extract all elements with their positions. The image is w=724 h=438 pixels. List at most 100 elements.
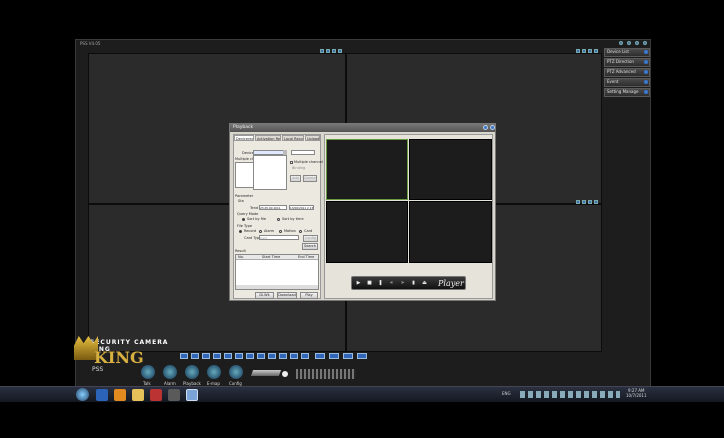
stop-icon[interactable]: ■ <box>366 280 373 287</box>
layout-button[interactable] <box>180 353 188 359</box>
card-type-field[interactable]: Card <box>259 235 299 240</box>
close-icon[interactable] <box>635 41 639 45</box>
download-button[interactable]: Download <box>277 292 297 299</box>
language-indicator[interactable]: ENG <box>502 391 511 396</box>
multiple-channel-checkbox[interactable] <box>290 161 293 164</box>
result-table[interactable]: No. Start Time End Time <box>235 254 319 290</box>
layout-button[interactable] <box>202 353 210 359</box>
tab-activation-record[interactable]: Activation Record <box>255 135 281 141</box>
sidebar-item-label: Device List <box>607 49 629 54</box>
playback-dialog: Playback Devicerecord Activation Record … <box>229 123 496 301</box>
layout-button[interactable] <box>290 353 298 359</box>
playback-window-3[interactable] <box>326 201 408 263</box>
file-type-label: Motion <box>284 229 296 233</box>
layout-button[interactable] <box>279 353 287 359</box>
close-icon[interactable] <box>490 125 495 130</box>
minimize-icon[interactable] <box>483 125 488 130</box>
pane-icon[interactable] <box>576 200 580 204</box>
maximize-icon[interactable] <box>627 41 631 45</box>
layout-button[interactable] <box>257 353 265 359</box>
device-dropdown-list[interactable] <box>253 155 287 190</box>
tab-local-record[interactable]: Local Record <box>282 135 304 141</box>
play-icon[interactable]: ▶ <box>355 280 362 287</box>
search-button[interactable]: Search <box>302 243 318 250</box>
emap-icon[interactable] <box>207 365 221 379</box>
layout-button[interactable] <box>224 353 232 359</box>
query-mode-label: Query Mode <box>237 212 259 216</box>
sidebar-item-setting-manage[interactable]: Setting Manage <box>604 88 650 97</box>
start-button[interactable] <box>76 388 89 401</box>
ie-icon[interactable] <box>96 389 108 401</box>
sidebar-item-event[interactable]: Event <box>604 78 650 87</box>
layout-button[interactable] <box>235 353 243 359</box>
close-icon[interactable] <box>643 41 647 45</box>
add-button[interactable]: Add <box>290 175 301 182</box>
layout-button[interactable] <box>191 353 199 359</box>
system-tray-icons[interactable] <box>520 391 620 398</box>
delete-button[interactable]: Delete <box>303 175 317 182</box>
horizontal-scrollbar[interactable] <box>236 285 318 289</box>
playback-window-4[interactable] <box>409 201 492 263</box>
file-type-record-radio[interactable] <box>239 230 242 233</box>
clock-date: 10/7/2011 <box>626 393 647 398</box>
file-type-label: Record <box>244 229 257 233</box>
pss-taskbar-icon[interactable] <box>186 389 198 401</box>
pane-icon[interactable] <box>588 200 592 204</box>
volume-knob[interactable] <box>282 371 288 377</box>
layout-button[interactable] <box>343 353 353 359</box>
playback-window-1[interactable] <box>326 139 408 200</box>
playback-search-panel: Devicerecord Activation Record Local Rec… <box>233 134 323 299</box>
volume-slider[interactable] <box>250 370 282 376</box>
sort-by-file-radio[interactable] <box>242 218 245 221</box>
file-type-motion-radio[interactable] <box>279 230 282 233</box>
sidebar-item-ptz-direction[interactable]: PTZ Direction <box>604 58 650 67</box>
app-icon[interactable] <box>168 389 180 401</box>
config-icon[interactable] <box>229 365 243 379</box>
logo-king: KING <box>94 348 144 367</box>
file-type-label: Alarm <box>264 229 275 233</box>
pane-icon[interactable] <box>582 200 586 204</box>
file-type-alarm-radio[interactable] <box>259 230 262 233</box>
step-icon[interactable]: ▮ <box>410 280 417 287</box>
media-player-icon[interactable] <box>150 389 162 401</box>
end-time-field[interactable]: 13/06/2011 2 23:59:00 PM <box>289 205 314 210</box>
sidebar-item-device-list[interactable]: Device List <box>604 48 650 57</box>
channel-select[interactable] <box>291 150 315 155</box>
play-button[interactable]: Play <box>300 292 318 299</box>
pane-icon[interactable] <box>594 200 598 204</box>
tab-devicerecord[interactable]: Devicerecord <box>234 135 254 141</box>
layout-button[interactable] <box>315 353 325 359</box>
layout-button[interactable] <box>213 353 221 359</box>
layout-button[interactable] <box>329 353 339 359</box>
playback-window-2[interactable] <box>409 139 492 200</box>
firefox-icon[interactable] <box>114 389 126 401</box>
pause-icon[interactable]: ❚ <box>377 280 384 287</box>
eject-icon[interactable]: ⏏ <box>421 280 428 287</box>
sidebar-item-label: PTZ Direction <box>607 59 634 64</box>
dlwk-button[interactable]: Dl.Wk <box>255 292 274 299</box>
minimize-icon[interactable] <box>619 41 623 45</box>
layout-button[interactable] <box>268 353 276 359</box>
dialog-titlebar: Playback <box>230 124 495 132</box>
view-layout-bar <box>180 352 370 360</box>
sidebar-item-label: PTZ Advanced <box>607 69 636 74</box>
folder-icon[interactable] <box>132 389 144 401</box>
layout-button[interactable] <box>246 353 254 359</box>
file-type-card-radio[interactable] <box>299 230 302 233</box>
clock[interactable]: 9:27 AM 10/7/2011 <box>626 388 647 398</box>
sort-by-time-radio[interactable] <box>277 218 280 221</box>
start-time-field[interactable]: 23:45:00 2011 <box>259 205 287 210</box>
slow-icon[interactable]: « <box>388 280 395 287</box>
channel-indicator-strip <box>296 369 356 379</box>
fast-icon[interactable]: » <box>399 280 406 287</box>
chevron-down-icon <box>644 70 648 74</box>
parameter-label: Parameter <box>235 194 254 198</box>
sidebar-item-ptz-advanced[interactable]: PTZ Advanced <box>604 68 650 77</box>
layout-button[interactable] <box>301 353 309 359</box>
tab-upload[interactable]: Upload <box>305 135 320 141</box>
dialog-title: Playback <box>233 125 254 130</box>
config-button[interactable]: Config <box>303 235 318 242</box>
multiple-channel-list[interactable] <box>235 162 254 188</box>
playback-icon[interactable] <box>185 365 199 379</box>
layout-button[interactable] <box>357 353 367 359</box>
